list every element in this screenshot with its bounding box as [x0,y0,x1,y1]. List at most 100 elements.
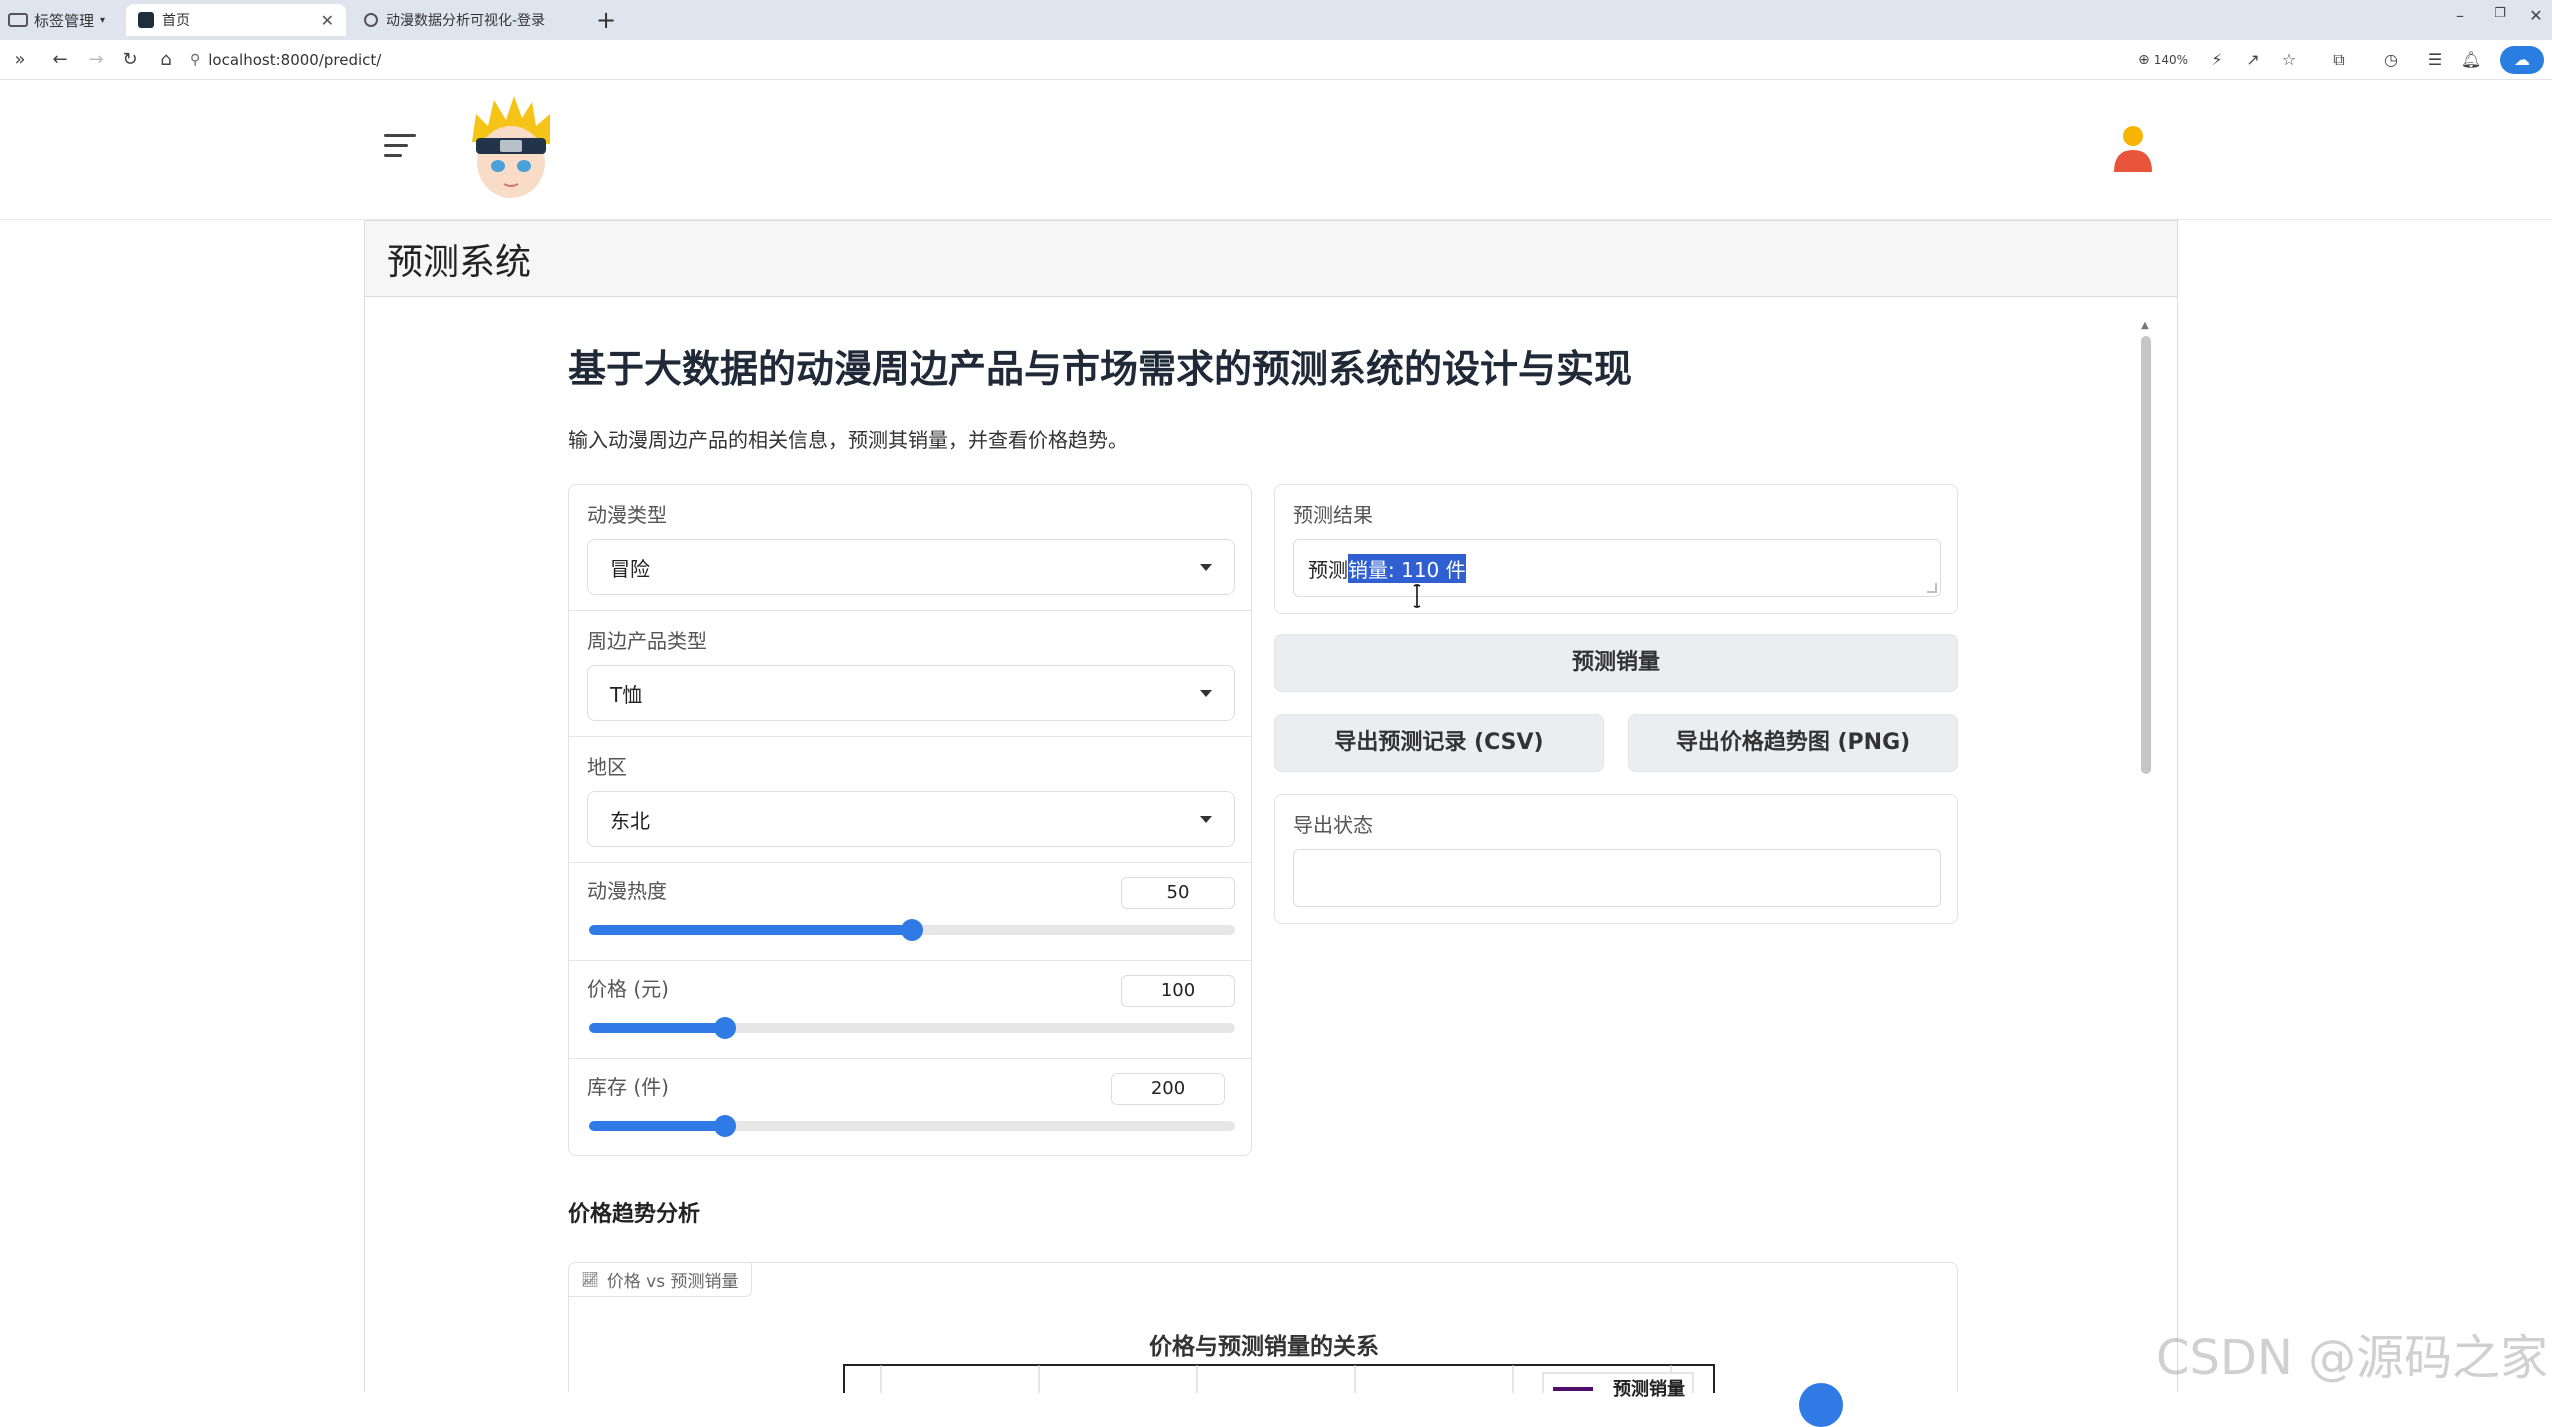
mouse-cursor-icon [1413,584,1421,608]
prediction-result-box: 预测结果 预测 销量: 110 件 [1274,484,1958,614]
forward-button[interactable]: → [84,48,108,72]
page-title: 基于大数据的动漫周边产品与市场需求的预测系统的设计与实现 [568,347,1633,391]
slider-handle[interactable] [714,1115,736,1137]
extensions-icon[interactable]: ⧉ [2326,48,2352,72]
close-window-button[interactable]: ✕ [2524,6,2548,25]
price-number-input[interactable]: 100 [1121,975,1235,1007]
chevron-down-icon [1200,689,1212,697]
field-label: 预测结果 [1293,503,1373,527]
result-prefix: 预测 [1308,557,1348,582]
field-label: 动漫类型 [587,503,667,527]
tab-group-label: 标签管理 [34,11,95,30]
export-status-textarea[interactable] [1293,849,1941,907]
region-field: 地区 东北 [569,737,1251,863]
zoom-icon: ⊕ [2138,52,2150,68]
tab-group-icon [8,13,28,27]
tab-home[interactable]: 首页 ✕ [126,4,346,36]
chart-plot-area [843,1364,1715,1393]
anime-type-field: 动漫类型 冒险 [569,485,1251,611]
url-text: localhost:8000/predict/ [208,51,382,69]
field-label: 地区 [587,755,627,779]
page-description: 输入动漫周边产品的相关信息，预测其销量，并查看价格趋势。 [568,428,1128,452]
popularity-field: 动漫热度 50 [569,863,1251,961]
product-type-field: 周边产品类型 T恤 [569,611,1251,737]
input-form: 动漫类型 冒险 周边产品类型 T恤 地区 东北 动漫热度 50 价格 (元) 1… [568,484,1252,1156]
browser-tab-bar: 标签管理 ▾ 首页 ✕ 动漫数据分析可视化-登录 + – ❐ ✕ [0,0,2552,40]
new-tab-button[interactable]: + [592,4,620,36]
cloud-sync-icon[interactable]: ☁ [2500,46,2544,74]
slider-handle[interactable] [714,1017,736,1039]
star-icon[interactable]: ☆ [2276,48,2302,72]
anime-type-select[interactable]: 冒险 [587,539,1235,595]
reload-button[interactable]: ↻ [118,48,142,72]
close-icon[interactable]: ✕ [321,11,334,30]
region-select[interactable]: 东北 [587,791,1235,847]
scrollbar[interactable]: ▲ [2138,320,2152,1392]
price-slider[interactable] [589,1017,1235,1039]
naruto-avatar-icon[interactable] [466,96,556,200]
legend-label: 预测销量 [1613,1379,1685,1400]
search-icon: ⚲ [190,52,201,68]
menu-icon[interactable]: ☰ [2422,48,2448,72]
product-type-select[interactable]: T恤 [587,665,1235,721]
minimize-button[interactable]: – [2448,6,2472,25]
hamburger-menu-icon[interactable] [384,134,416,158]
slider-fill [589,925,912,935]
stock-field: 库存 (件) 200 [569,1059,1251,1155]
chart-icon: 📈︎ [581,1271,599,1288]
plot-chip-label: 价格 vs 预测销量 [606,1272,739,1292]
field-label: 导出状态 [1293,813,1373,837]
restore-button[interactable]: ❐ [2488,6,2512,21]
zoom-level: 140% [2153,53,2189,67]
result-selected-text: 销量: 110 件 [1348,553,1466,583]
tab-title: 首页 [162,13,190,29]
share-icon[interactable]: ↗ [2240,48,2266,72]
field-label: 库存 (件) [587,1075,669,1099]
select-value: 东北 [610,808,650,833]
floating-action-button[interactable] [1799,1383,1843,1427]
zoom-indicator[interactable]: ⊕ 140% [2138,48,2188,72]
popularity-number-input[interactable]: 50 [1121,877,1235,909]
user-icon[interactable] [2112,124,2154,174]
history-icon[interactable]: ◷ [2378,48,2404,72]
prediction-result-textarea[interactable]: 预测 销量: 110 件 [1293,539,1941,597]
address-bar: » ← → ↻ ⌂ ⚲ localhost:8000/predict/ ⊕ 14… [0,40,2552,80]
site-favicon-icon [138,12,154,28]
chart-title: 价格与预测销量的关系 [1149,1334,1379,1360]
field-label: 周边产品类型 [587,629,707,653]
plot-chip: 📈︎ 价格 vs 预测销量 [569,1263,752,1297]
popularity-slider[interactable] [589,919,1235,941]
export-png-button[interactable]: 导出价格趋势图 (PNG) [1628,714,1958,772]
stock-slider[interactable] [589,1115,1235,1137]
slider-handle[interactable] [901,919,923,941]
select-value: 冒险 [610,556,650,581]
site-header [0,80,2552,220]
stock-number-input[interactable]: 200 [1111,1073,1225,1105]
watermark-text: CSDN @源码之家 [2156,1330,2549,1386]
predict-button[interactable]: 预测销量 [1274,634,1958,692]
lightning-icon[interactable]: ⚡ [2204,48,2230,72]
resize-grip-icon[interactable] [1927,583,1937,593]
tab-login[interactable]: 动漫数据分析可视化-登录 [352,4,572,36]
chevron-down-icon [1200,563,1212,571]
globe-icon [364,13,378,27]
export-status-box: 导出状态 [1274,794,1958,924]
export-csv-button[interactable]: 导出预测记录 (CSV) [1274,714,1604,772]
field-label: 动漫热度 [587,879,667,903]
back-button[interactable]: ← [48,48,72,72]
scroll-up-icon[interactable]: ▲ [2138,320,2152,334]
field-label: 价格 (元) [587,977,669,1001]
price-field: 价格 (元) 100 [569,961,1251,1059]
price-trend-plot: 📈︎ 价格 vs 预测销量 价格与预测销量的关系 预测销量 [568,1262,1958,1427]
sidebar-toggle-icon[interactable]: » [8,48,32,72]
url-field[interactable]: ⚲ localhost:8000/predict/ [190,48,381,72]
notification-icon[interactable]: 🔔︎ [2458,48,2484,72]
chevron-down-icon: ▾ [100,14,106,26]
chevron-down-icon [1200,815,1212,823]
scrollbar-thumb[interactable] [2141,336,2151,774]
tab-group[interactable]: 标签管理 ▾ [8,6,105,34]
tab-title: 动漫数据分析可视化-登录 [386,13,546,29]
section-title: 价格趋势分析 [568,1202,701,1227]
slider-fill [589,1121,725,1131]
home-button[interactable]: ⌂ [154,48,178,72]
